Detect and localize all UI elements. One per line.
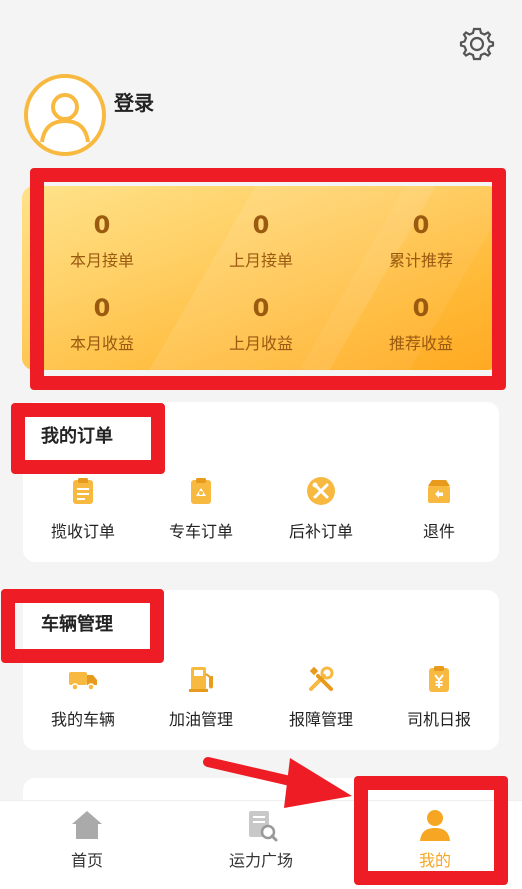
item-label: 专车订单 bbox=[168, 522, 233, 541]
user-avatar-icon[interactable] bbox=[24, 74, 106, 156]
order-item-return[interactable]: 退件 bbox=[379, 476, 499, 542]
nav-item-home[interactable]: 首页 bbox=[27, 807, 147, 871]
clipboard-icon bbox=[68, 476, 98, 506]
highlight-box-stats bbox=[30, 168, 506, 390]
vehicle-item-fault[interactable]: 报障管理 bbox=[261, 664, 381, 730]
item-label: 后补订单 bbox=[288, 522, 353, 541]
item-label: 报障管理 bbox=[288, 710, 353, 729]
item-label: 加油管理 bbox=[168, 710, 233, 729]
item-label: 司机日报 bbox=[406, 710, 471, 729]
order-item-supplement[interactable]: 后补订单 bbox=[261, 476, 381, 542]
fuel-pump-icon bbox=[186, 664, 216, 694]
vehicle-item-fuel[interactable]: 加油管理 bbox=[141, 664, 261, 730]
return-box-icon bbox=[424, 476, 454, 506]
yuan-report-icon bbox=[424, 664, 454, 694]
item-label: 我的车辆 bbox=[50, 710, 115, 729]
order-item-pickup[interactable]: 揽收订单 bbox=[23, 476, 143, 542]
login-label[interactable]: 登录 bbox=[114, 87, 154, 116]
home-icon bbox=[69, 807, 105, 843]
nav-label: 运力广场 bbox=[228, 851, 293, 870]
highlight-box-mine-tab bbox=[354, 776, 508, 885]
highlight-box-orders-title bbox=[11, 403, 165, 474]
item-label: 退件 bbox=[422, 522, 455, 541]
highlight-box-vehicles-title bbox=[1, 589, 164, 663]
special-car-order-icon bbox=[186, 476, 216, 506]
vehicle-item-my-vehicles[interactable]: 我的车辆 bbox=[23, 664, 143, 730]
gear-icon[interactable] bbox=[458, 25, 496, 63]
vehicle-item-daily-report[interactable]: 司机日报 bbox=[379, 664, 499, 730]
annotation-arrow bbox=[200, 752, 360, 822]
tools-icon bbox=[306, 476, 336, 506]
nav-label: 首页 bbox=[70, 851, 103, 870]
item-label: 揽收订单 bbox=[50, 522, 115, 541]
wrench-screwdriver-icon bbox=[306, 664, 336, 694]
truck-icon bbox=[68, 664, 98, 694]
order-item-special[interactable]: 专车订单 bbox=[141, 476, 261, 542]
